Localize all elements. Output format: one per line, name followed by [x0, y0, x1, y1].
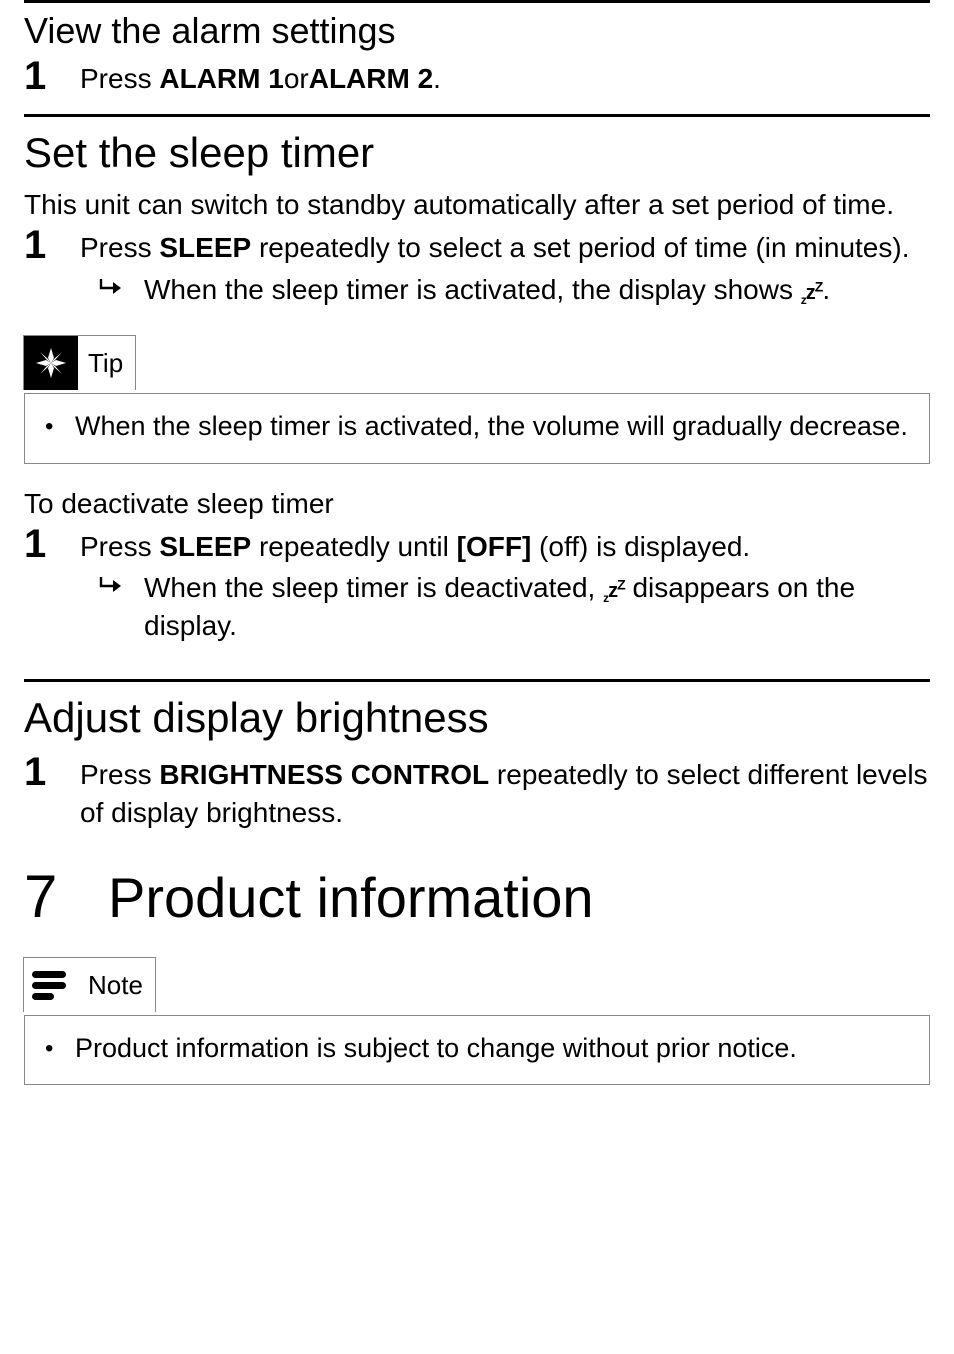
- button-label-alarm2: ALARM 2: [309, 63, 433, 94]
- sleep-icon: zzZ: [801, 282, 823, 304]
- step-number: 1: [24, 750, 80, 794]
- text-period: .: [433, 63, 441, 94]
- bullet-icon: •: [45, 408, 75, 442]
- step-text: Press SLEEP repeatedly until [OFF] (off)…: [80, 522, 930, 566]
- intro-text: This unit can switch to standby automati…: [24, 186, 930, 224]
- text-press: Press: [80, 759, 159, 790]
- text-segment: repeatedly until: [251, 531, 456, 562]
- text-press: Press: [80, 63, 159, 94]
- text-rest: repeatedly to select a set period of tim…: [251, 232, 909, 263]
- step-text: Press SLEEP repeatedly to select a set p…: [80, 223, 930, 267]
- chapter-number: 7: [24, 862, 108, 931]
- tip-body-text: When the sleep timer is activated, the v…: [75, 408, 909, 444]
- button-label-alarm1: ALARM 1: [159, 63, 283, 94]
- heading-brightness: Adjust display brightness: [24, 692, 930, 745]
- button-label-brightness: BRIGHTNESS CONTROL: [159, 759, 489, 790]
- heading-view-alarm: View the alarm settings: [24, 9, 930, 52]
- chapter-heading: 7 Product information: [24, 862, 930, 931]
- tip-box: • When the sleep timer is activated, the…: [24, 393, 930, 463]
- heading-sleep-timer: Set the sleep timer: [24, 127, 930, 180]
- button-label-sleep: SLEEP: [159, 531, 251, 562]
- step-number: 1: [24, 54, 80, 98]
- tip-icon: [24, 336, 78, 390]
- text-press: Press: [80, 531, 159, 562]
- text-segment: .: [822, 274, 830, 305]
- subheading-deactivate: To deactivate sleep timer: [24, 488, 930, 520]
- note-box: • Product information is subject to chan…: [24, 1015, 930, 1085]
- text-press: Press: [80, 232, 159, 263]
- text-segment: When the sleep timer is activated, the d…: [144, 274, 801, 305]
- result-text: When the sleep timer is deactivated, zzZ…: [144, 569, 930, 645]
- note-icon: [24, 958, 78, 1012]
- bullet-icon: •: [45, 1030, 75, 1064]
- tip-header: Tip: [23, 335, 136, 390]
- note-body-text: Product information is subject to change…: [75, 1030, 909, 1066]
- result-text: When the sleep timer is activated, the d…: [144, 271, 930, 309]
- step-number: 1: [24, 522, 80, 566]
- note-header: Note: [23, 957, 156, 1012]
- step-number: 1: [24, 223, 80, 267]
- text-segment: (off) is displayed.: [531, 531, 750, 562]
- chapter-title: Product information: [108, 867, 594, 929]
- step-text: Press ALARM 1orALARM 2.: [80, 54, 930, 98]
- sleep-icon: zzZ: [603, 580, 625, 602]
- display-value-off: [OFF]: [457, 531, 532, 562]
- text-segment: When the sleep timer is deactivated,: [144, 572, 603, 603]
- step-text: Press BRIGHTNESS CONTROL repeatedly to s…: [80, 750, 930, 832]
- note-label: Note: [78, 970, 143, 1001]
- result-arrow-icon: [80, 569, 144, 595]
- result-arrow-icon: [80, 271, 144, 297]
- button-label-sleep: SLEEP: [159, 232, 251, 263]
- tip-label: Tip: [78, 348, 123, 379]
- text-or: or: [284, 63, 309, 94]
